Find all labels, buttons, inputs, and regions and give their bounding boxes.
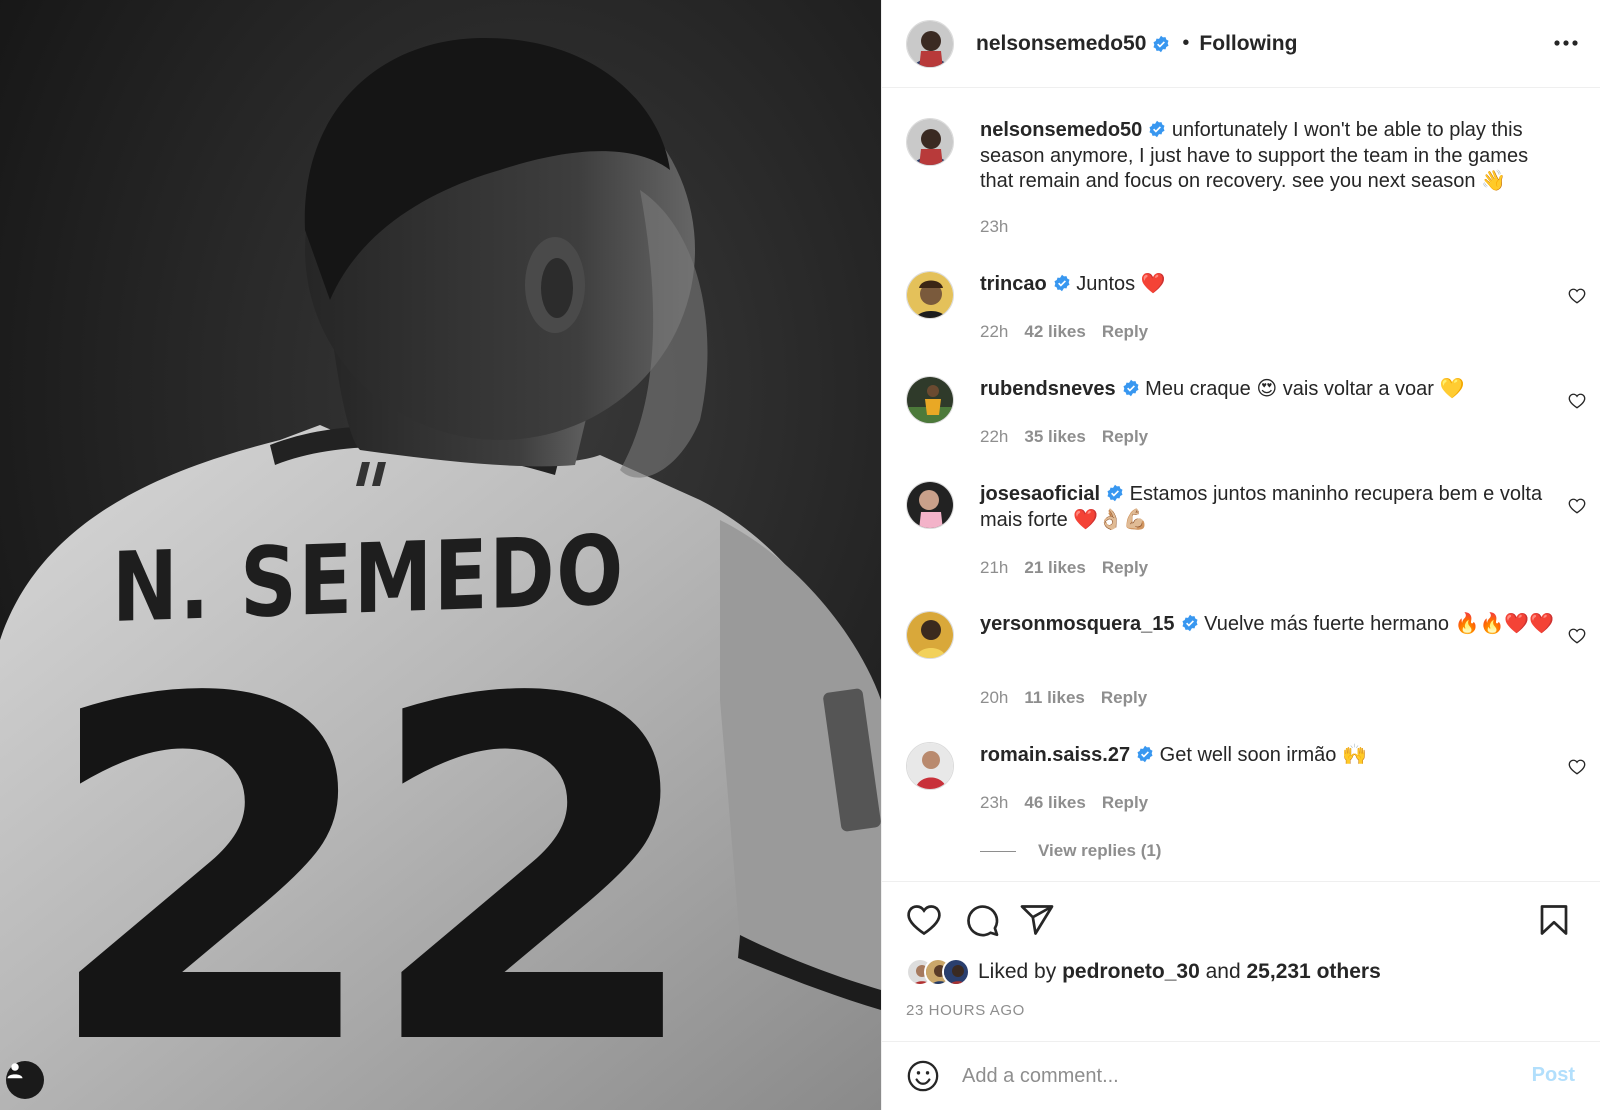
reply-button[interactable]: Reply bbox=[1102, 558, 1148, 577]
comment-text: Vuelve más fuerte hermano 🔥🔥❤️❤️ bbox=[1204, 613, 1555, 635]
comment-meta: 22h 42 likes Reply bbox=[980, 322, 1164, 342]
caption-username[interactable]: nelsonsemedo50 bbox=[980, 119, 1142, 141]
heart-icon[interactable] bbox=[1568, 392, 1586, 410]
header-separator: • bbox=[1182, 32, 1190, 54]
post-timestamp[interactable]: 23 HOURS AGO bbox=[906, 1002, 1025, 1019]
comment-likes[interactable]: 21 likes bbox=[1024, 558, 1085, 577]
bookmark-icon[interactable] bbox=[1536, 902, 1572, 938]
verified-badge-icon bbox=[1123, 379, 1139, 397]
comment-text: Get well soon irmão 🙌 bbox=[1159, 744, 1367, 766]
verified-badge-icon bbox=[1149, 120, 1165, 138]
comment-meta: 20h 11 likes Reply bbox=[980, 688, 1163, 708]
verified-badge-icon bbox=[1182, 614, 1198, 632]
more-horizontal-icon[interactable] bbox=[1553, 30, 1579, 56]
verified-badge-icon bbox=[1137, 745, 1153, 763]
liked-by: Liked by pedroneto_30 and 25,231 others bbox=[906, 958, 1381, 986]
user-icon bbox=[7, 1063, 23, 1079]
caption-time: 23h bbox=[980, 217, 1009, 236]
liked-by-others[interactable]: 25,231 others bbox=[1247, 960, 1381, 984]
caption-meta: 23h bbox=[980, 217, 1024, 237]
verified-badge-icon bbox=[1153, 35, 1169, 52]
caption-avatar[interactable] bbox=[906, 118, 954, 166]
commenter-avatar[interactable] bbox=[906, 611, 954, 659]
post-details-panel: nelsonsemedo50 • Following nelsonsemedo5… bbox=[881, 0, 1600, 1110]
comment-item: yersonmosquera_15 Vuelve más fuerte herm… bbox=[906, 611, 1586, 721]
comment-text: Juntos ❤️ bbox=[1076, 273, 1166, 295]
comment-time: 21h bbox=[980, 558, 1009, 577]
add-comment-input[interactable] bbox=[962, 1064, 1502, 1088]
comment-text: Meu craque 😍 vais voltar a voar 💛 bbox=[1145, 378, 1465, 400]
commenter-avatar[interactable] bbox=[906, 481, 954, 529]
comment-likes[interactable]: 11 likes bbox=[1024, 688, 1085, 707]
comment-body: romain.saiss.27 Get well soon irmão 🙌 bbox=[980, 743, 1560, 769]
comment-time: 23h bbox=[980, 793, 1009, 812]
commenter-avatar[interactable] bbox=[906, 742, 954, 790]
liked-by-prefix: Liked by bbox=[978, 960, 1057, 983]
comment-meta: 21h 21 likes Reply bbox=[980, 558, 1164, 578]
verified-badge-icon bbox=[1107, 484, 1123, 502]
view-replies-button[interactable]: View replies (1) bbox=[980, 841, 1161, 861]
comment-time: 20h bbox=[980, 688, 1009, 707]
comment-item: trincao Juntos ❤️ 22h 42 likes Reply bbox=[906, 271, 1586, 351]
smiley-icon[interactable] bbox=[906, 1059, 940, 1093]
reply-button[interactable]: Reply bbox=[1101, 688, 1147, 707]
comment-body: josesaoficial Estamos juntos maninho rec… bbox=[980, 482, 1560, 533]
comment-item: rubendsneves Meu craque 😍 vais voltar a … bbox=[906, 376, 1586, 456]
comment-likes[interactable]: 42 likes bbox=[1024, 322, 1085, 341]
comments-list[interactable]: nelsonsemedo50 unfortunately I won't be … bbox=[882, 89, 1600, 881]
comment-icon[interactable] bbox=[964, 902, 1000, 938]
caption: nelsonsemedo50 unfortunately I won't be … bbox=[906, 118, 1586, 248]
liker-avatar bbox=[942, 958, 970, 986]
liked-by-middle: and bbox=[1205, 960, 1241, 983]
heart-icon[interactable] bbox=[906, 902, 942, 938]
comment-likes[interactable]: 35 likes bbox=[1024, 427, 1085, 446]
commenter-avatar[interactable] bbox=[906, 376, 954, 424]
comment-time: 22h bbox=[980, 322, 1009, 341]
send-icon[interactable] bbox=[1019, 902, 1055, 938]
reply-button[interactable]: Reply bbox=[1102, 427, 1148, 446]
author-avatar[interactable] bbox=[906, 19, 954, 68]
comment-username[interactable]: rubendsneves bbox=[980, 378, 1116, 400]
post-photo[interactable]: N. SEMEDO 22 bbox=[0, 0, 881, 1110]
jersey-number: 22 bbox=[40, 601, 706, 1110]
comment-username[interactable]: yersonmosquera_15 bbox=[980, 613, 1175, 635]
verified-badge-icon bbox=[1054, 274, 1070, 292]
comment-likes[interactable]: 46 likes bbox=[1024, 793, 1085, 812]
caption-body: nelsonsemedo50 unfortunately I won't be … bbox=[980, 118, 1560, 195]
comment-meta: 23h 46 likes Reply bbox=[980, 793, 1164, 813]
liked-by-avatars[interactable] bbox=[906, 958, 970, 986]
view-replies-label: View replies (1) bbox=[1038, 841, 1162, 860]
comment-username[interactable]: trincao bbox=[980, 273, 1047, 295]
post-comment-button[interactable]: Post bbox=[1532, 1064, 1575, 1087]
reply-button[interactable]: Reply bbox=[1102, 793, 1148, 812]
add-comment-bar: Post bbox=[882, 1041, 1600, 1110]
heart-icon[interactable] bbox=[1568, 287, 1586, 305]
comment-meta: 22h 35 likes Reply bbox=[980, 427, 1164, 447]
comment-item: josesaoficial Estamos juntos maninho rec… bbox=[906, 481, 1586, 591]
view-replies-line bbox=[980, 850, 1016, 852]
comment-body: rubendsneves Meu craque 😍 vais voltar a … bbox=[980, 377, 1560, 403]
heart-icon[interactable] bbox=[1568, 627, 1586, 645]
liked-by-user[interactable]: pedroneto_30 bbox=[1062, 960, 1200, 984]
comment-username[interactable]: josesaoficial bbox=[980, 483, 1100, 505]
comment-item: romain.saiss.27 Get well soon irmão 🙌 23… bbox=[906, 742, 1586, 822]
heart-icon[interactable] bbox=[1568, 758, 1586, 776]
heart-icon[interactable] bbox=[1568, 497, 1586, 515]
commenter-avatar[interactable] bbox=[906, 271, 954, 319]
comment-body: trincao Juntos ❤️ bbox=[980, 272, 1560, 298]
comment-username[interactable]: romain.saiss.27 bbox=[980, 744, 1130, 766]
reply-button[interactable]: Reply bbox=[1102, 322, 1148, 341]
author-username[interactable]: nelsonsemedo50 bbox=[976, 32, 1146, 56]
post-actions: Liked by pedroneto_30 and 25,231 others … bbox=[882, 881, 1600, 1041]
post-header: nelsonsemedo50 • Following bbox=[882, 0, 1600, 88]
comment-body: yersonmosquera_15 Vuelve más fuerte herm… bbox=[980, 612, 1560, 638]
comment-time: 22h bbox=[980, 427, 1009, 446]
following-button[interactable]: Following bbox=[1199, 32, 1297, 56]
tagged-users-button[interactable] bbox=[6, 1061, 44, 1099]
